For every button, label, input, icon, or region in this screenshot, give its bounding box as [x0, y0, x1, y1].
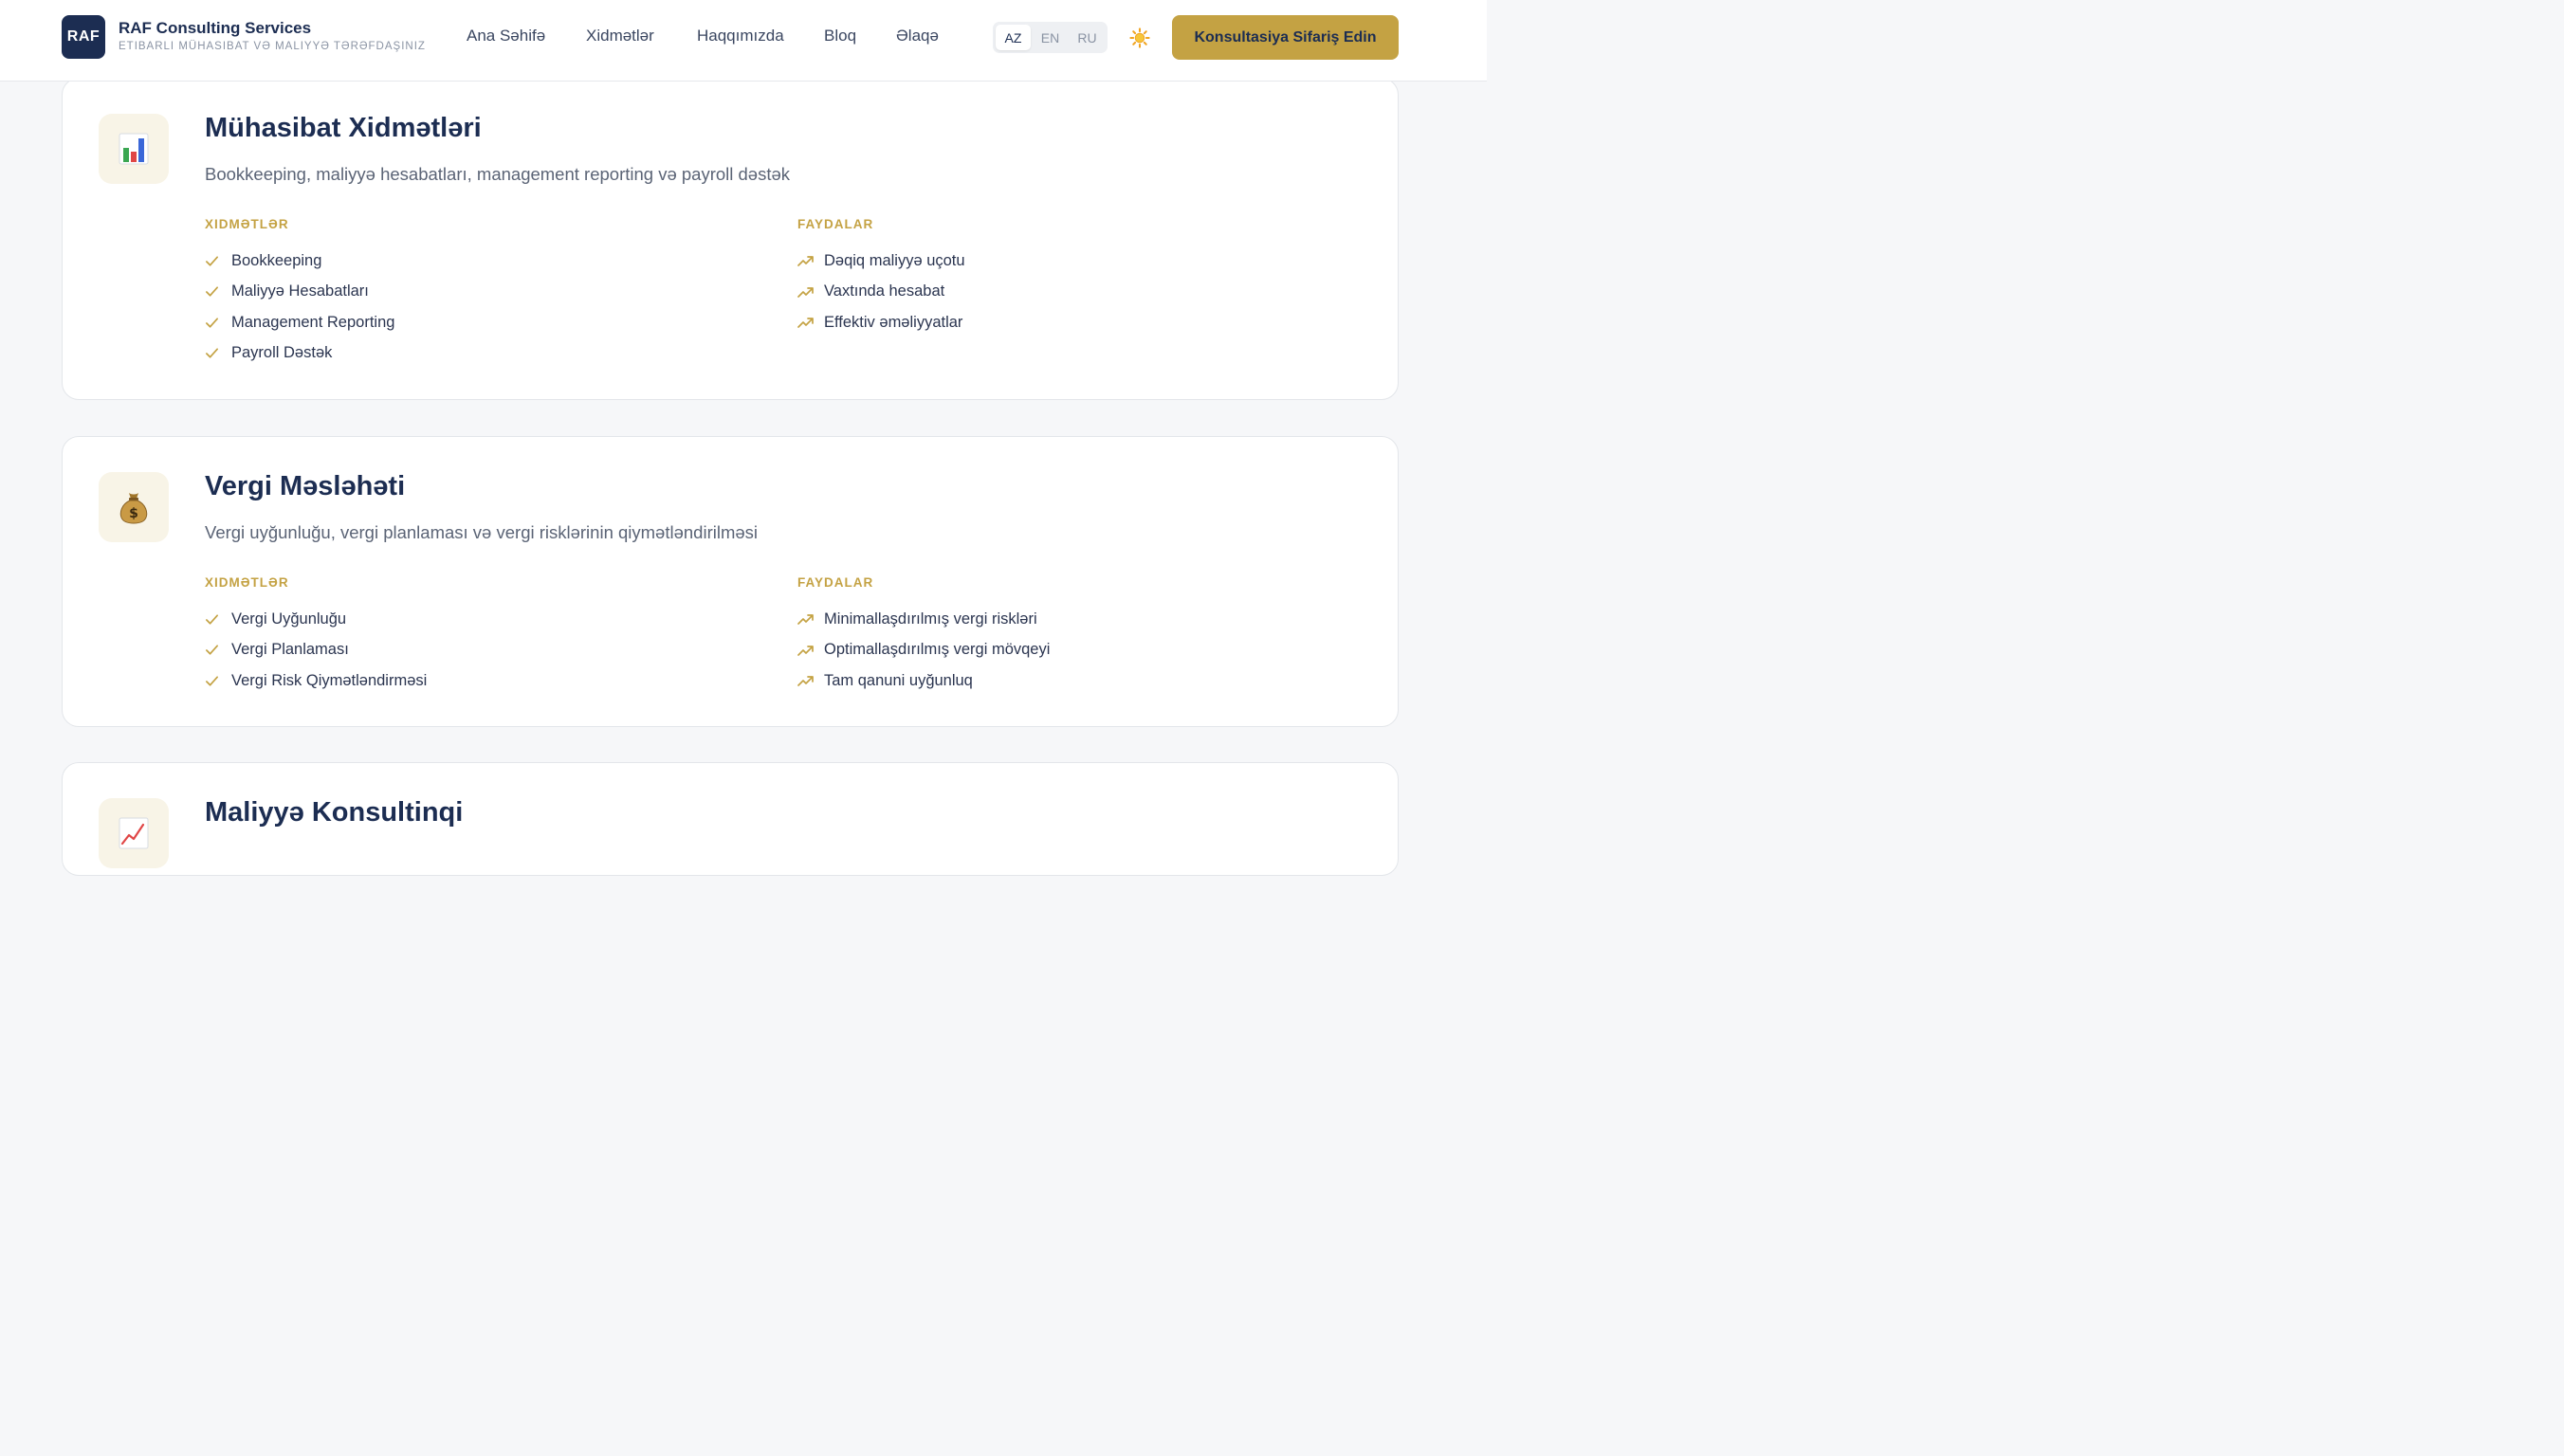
services-label: XIDMƏTLƏR — [205, 575, 289, 590]
check-icon — [206, 676, 218, 686]
service-card-financial-consulting: Maliyyə Konsultinqi — [62, 762, 1399, 876]
trending-up-icon — [797, 645, 814, 656]
check-icon — [206, 645, 218, 655]
lang-ru-button[interactable]: RU — [1070, 25, 1105, 50]
list-item: Vergi Uyğunluğu — [205, 604, 427, 635]
list-item: Vergi Planlaması — [205, 635, 427, 666]
list-item: Minimallaşdırılmış vergi riskləri — [797, 604, 1050, 635]
list-item: Vaxtında hesabat — [797, 277, 965, 308]
consultation-order-button[interactable]: Konsultasiya Sifariş Edin — [1172, 15, 1399, 60]
benefits-label: FAYDALAR — [797, 575, 874, 590]
card-icon-tile — [99, 114, 169, 184]
card-description: Vergi uyğunluğu, vergi planlaması və ver… — [205, 522, 759, 542]
site-header: RAF RAF Consulting Services ETIBARLI MÜH… — [0, 0, 1487, 82]
benefits-list: Minimallaşdırılmış vergi riskləri Optima… — [797, 604, 1050, 697]
card-title: Vergi Məsləhəti — [205, 471, 406, 501]
svg-text:$: $ — [129, 506, 138, 521]
check-icon — [206, 286, 218, 297]
nav-blog[interactable]: Bloq — [824, 27, 856, 46]
lang-az-button[interactable]: AZ — [996, 25, 1031, 50]
list-item: Management Reporting — [205, 307, 394, 338]
services-label: XIDMƏTLƏR — [205, 217, 289, 231]
card-icon-tile: $ — [99, 472, 169, 542]
lang-en-button[interactable]: EN — [1033, 25, 1068, 50]
list-item: Payroll Dəstək — [205, 338, 394, 370]
check-icon — [206, 318, 218, 328]
theme-toggle-button[interactable] — [1126, 25, 1153, 51]
benefits-label: FAYDALAR — [797, 217, 874, 231]
language-switcher: AZ EN RU — [993, 22, 1108, 53]
list-item: Vergi Risk Qiymətləndirməsi — [205, 665, 427, 697]
list-item: Effektiv əməliyyatlar — [797, 307, 965, 338]
nav-contact[interactable]: Əlaqə — [896, 27, 939, 46]
benefits-list: Dəqiq maliyyə uçotu Vaxtında hesabat Eff… — [797, 246, 965, 338]
service-card-accounting: Mühasibat Xidmətləri Bookkeeping, maliyy… — [62, 78, 1399, 400]
list-item: Optimallaşdırılmış vergi mövqeyi — [797, 635, 1050, 666]
card-icon-tile — [99, 798, 169, 868]
card-description: Bookkeeping, maliyyə hesabatları, manage… — [205, 164, 791, 184]
trending-up-icon — [797, 614, 814, 626]
services-list: Bookkeeping Maliyyə Hesabatları Manageme… — [205, 246, 394, 369]
trending-up-icon — [797, 286, 814, 298]
trending-up-icon — [797, 256, 814, 267]
list-item: Bookkeeping — [205, 246, 394, 277]
nav-home[interactable]: Ana Səhifə — [467, 27, 545, 46]
list-item: Maliyyə Hesabatları — [205, 277, 394, 308]
bar-chart-icon — [119, 133, 149, 165]
nav-services[interactable]: Xidmətlər — [586, 27, 654, 46]
check-icon — [206, 348, 218, 358]
list-item: Tam qanuni uyğunluq — [797, 665, 1050, 697]
trending-up-icon — [797, 318, 814, 329]
list-item: Dəqiq maliyyə uçotu — [797, 246, 965, 277]
service-card-tax: $ Vergi Məsləhəti Vergi uyğunluğu, vergi… — [62, 436, 1399, 727]
services-list: Vergi Uyğunluğu Vergi Planlaması Vergi R… — [205, 604, 427, 697]
check-icon — [206, 614, 218, 625]
check-icon — [206, 256, 218, 266]
trending-up-icon — [797, 676, 814, 687]
card-title: Mühasibat Xidmətləri — [205, 113, 482, 143]
money-bag-icon: $ — [119, 493, 148, 524]
card-title: Maliyyə Konsultinqi — [205, 797, 464, 828]
trend-chart-icon — [119, 817, 149, 849]
sun-icon — [1129, 27, 1150, 48]
nav-about[interactable]: Haqqımızda — [697, 27, 784, 46]
